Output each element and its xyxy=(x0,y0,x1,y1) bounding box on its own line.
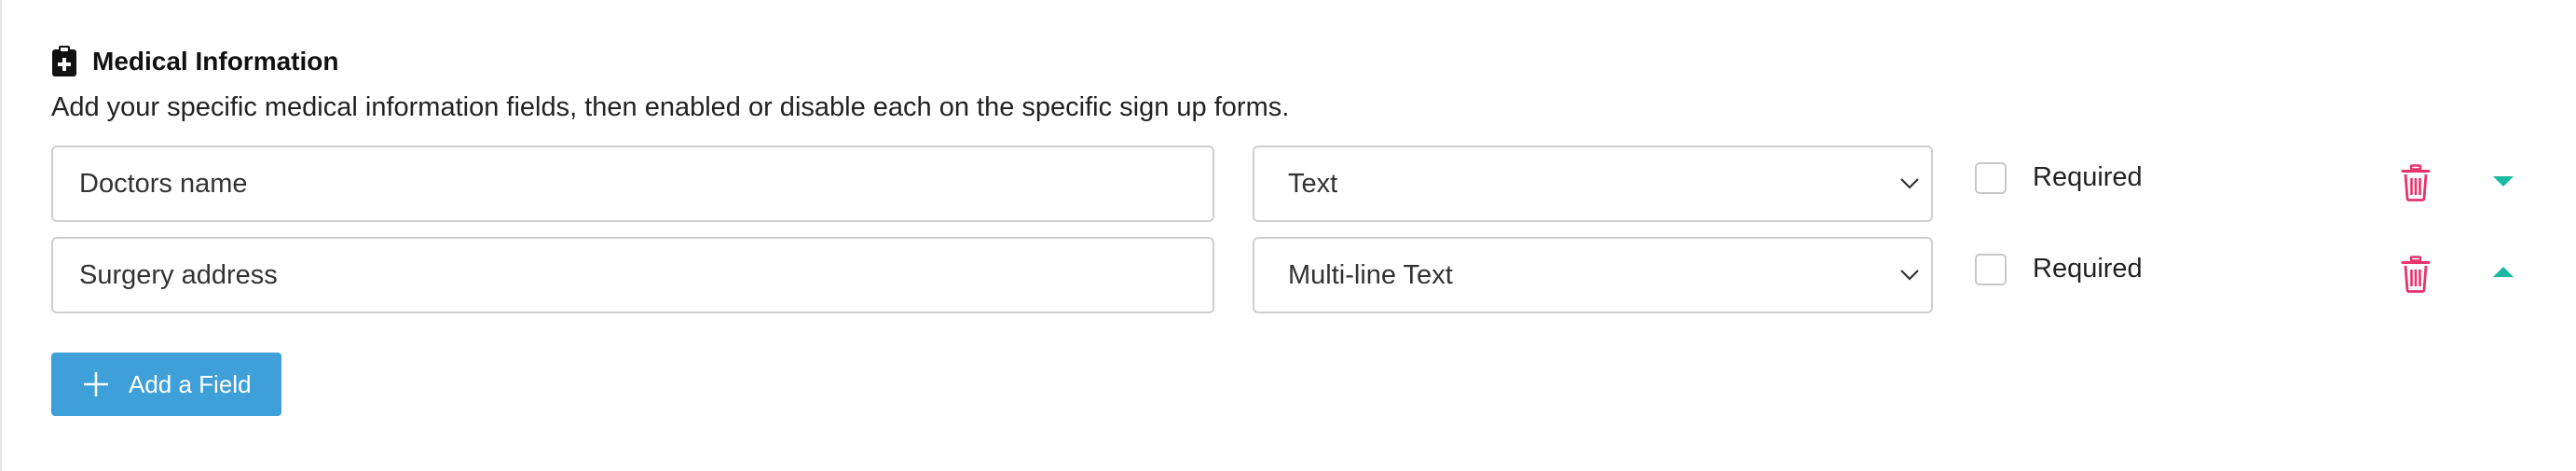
delete-field-icon[interactable] xyxy=(2401,164,2431,201)
delete-field-icon[interactable] xyxy=(2401,256,2431,293)
required-label: Required xyxy=(2033,162,2143,192)
field-type-select[interactable]: Text xyxy=(1253,145,1933,222)
add-field-button[interactable]: Add a Field xyxy=(51,353,281,416)
chevron-down-icon xyxy=(1900,270,1919,281)
required-checkbox[interactable] xyxy=(1975,162,2007,194)
field-name-input[interactable] xyxy=(51,145,1214,222)
field-type-select[interactable]: Multi-line Text xyxy=(1253,237,1933,313)
field-name-input[interactable] xyxy=(51,237,1214,313)
move-down-icon[interactable] xyxy=(2491,172,2515,190)
section-title: Medical Information xyxy=(92,47,339,76)
section-header: Medical Information xyxy=(51,41,2530,82)
medical-information-section: Medical Information Add your specific me… xyxy=(51,41,2530,313)
chevron-down-icon xyxy=(1900,178,1919,189)
required-checkbox[interactable] xyxy=(1975,254,2007,285)
move-up-icon[interactable] xyxy=(2491,263,2515,282)
field-type-value: Multi-line Text xyxy=(1288,259,1453,290)
field-row: Text Required xyxy=(51,145,2530,222)
field-row: Multi-line Text Required xyxy=(51,237,2530,313)
required-label: Required xyxy=(2033,254,2143,284)
field-type-value: Text xyxy=(1288,168,1338,199)
plus-icon xyxy=(84,372,108,396)
clipboard-plus-icon xyxy=(52,46,76,76)
section-description: Add your specific medical information fi… xyxy=(51,92,1290,122)
panel-left-border xyxy=(0,0,2,471)
add-field-label: Add a Field xyxy=(129,369,252,398)
